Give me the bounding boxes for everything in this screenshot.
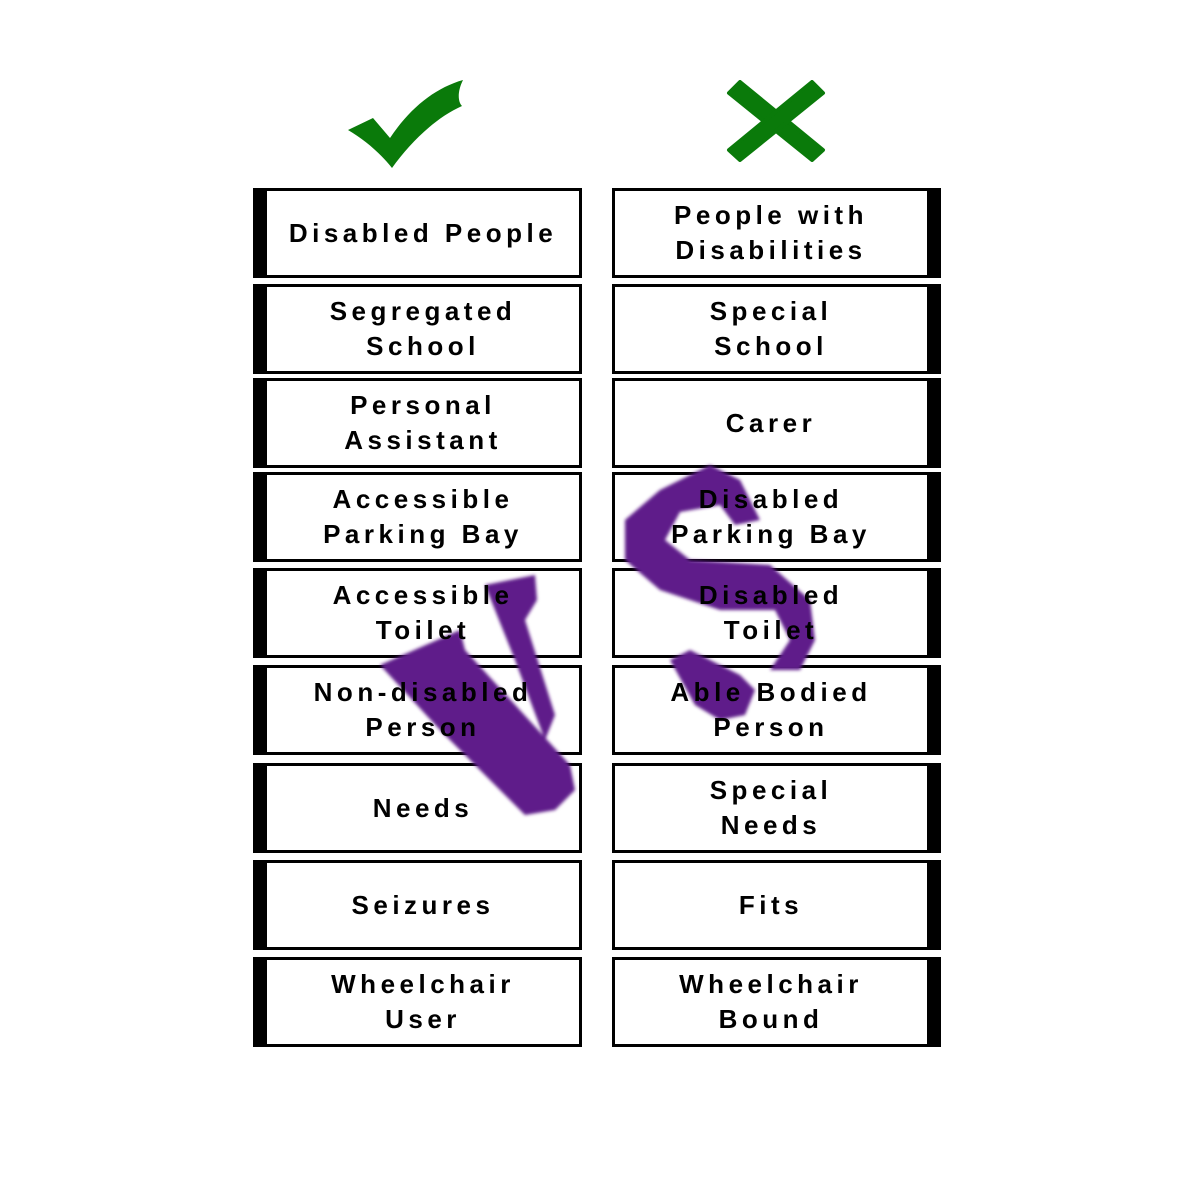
term-label: Seizures bbox=[351, 889, 495, 920]
term-box: Fits bbox=[612, 860, 941, 950]
term-box: Carer bbox=[612, 378, 941, 468]
term-box: Personal Assistant bbox=[253, 378, 582, 468]
term-box: Accessible Toilet bbox=[253, 568, 582, 658]
term-box: Disabled Toilet bbox=[612, 568, 941, 658]
term-box: Special Needs bbox=[612, 763, 941, 853]
term-box: Wheelchair Bound bbox=[612, 957, 941, 1047]
term-label: Special Needs bbox=[709, 775, 833, 840]
term-label: Non-disabled Person bbox=[313, 677, 533, 742]
term-label: People with Disabilities bbox=[674, 200, 868, 265]
term-label: Disabled People bbox=[288, 217, 558, 248]
term-box: Able Bodied Person bbox=[612, 665, 941, 755]
term-label: Fits bbox=[738, 889, 804, 920]
term-label: Disabled Toilet bbox=[698, 580, 844, 645]
term-label: Disabled Parking Bay bbox=[671, 484, 871, 549]
term-label: Needs bbox=[372, 792, 474, 823]
vs-overlay bbox=[380, 465, 815, 815]
check-mark-icon bbox=[348, 80, 463, 168]
term-box: Non-disabled Person bbox=[253, 665, 582, 755]
x-mark-icon bbox=[727, 80, 825, 162]
term-label: Segregated School bbox=[329, 296, 517, 361]
term-label: Wheelchair User bbox=[331, 969, 515, 1034]
term-box: People with Disabilities bbox=[612, 188, 941, 278]
term-box: Special School bbox=[612, 284, 941, 374]
term-box: Segregated School bbox=[253, 284, 582, 374]
term-box: Disabled People bbox=[253, 188, 582, 278]
term-label: Personal Assistant bbox=[344, 390, 502, 455]
term-label: Accessible Toilet bbox=[332, 580, 514, 645]
term-label: Wheelchair Bound bbox=[679, 969, 863, 1034]
term-label: Able Bodied Person bbox=[670, 677, 872, 742]
term-box: Disabled Parking Bay bbox=[612, 472, 941, 562]
term-box: Wheelchair User bbox=[253, 957, 582, 1047]
term-box: Accessible Parking Bay bbox=[253, 472, 582, 562]
term-label: Special School bbox=[709, 296, 833, 361]
term-box: Needs bbox=[253, 763, 582, 853]
term-label: Carer bbox=[725, 407, 817, 438]
term-label: Accessible Parking Bay bbox=[323, 484, 523, 549]
term-box: Seizures bbox=[253, 860, 582, 950]
